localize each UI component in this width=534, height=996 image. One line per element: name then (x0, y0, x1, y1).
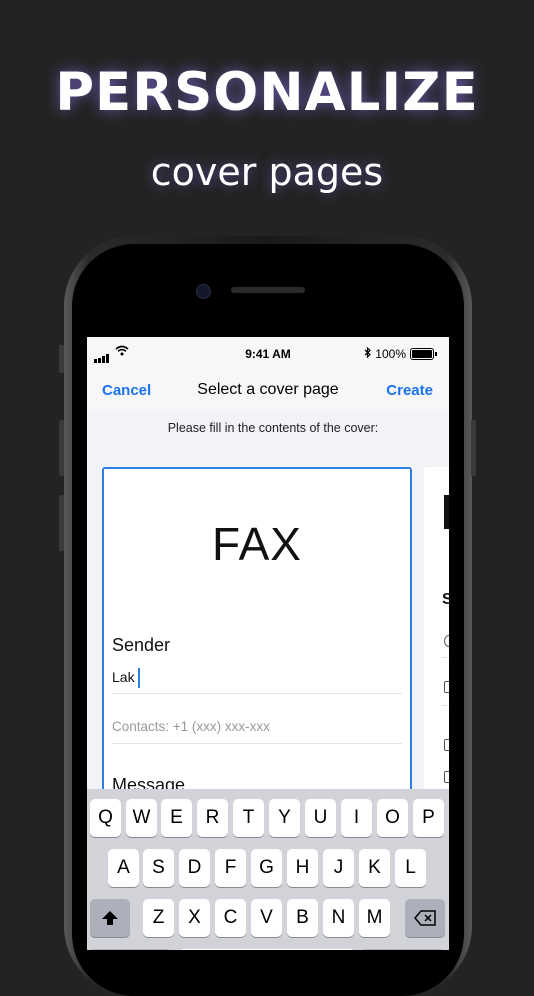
key-d[interactable]: D (179, 849, 210, 887)
key-l[interactable]: L (395, 849, 426, 887)
document-icon (444, 771, 449, 783)
instruction-text: Please fill in the contents of the cover… (167, 421, 379, 435)
promo-headline: PERSONALIZE (55, 62, 479, 123)
next-cover-label-fragment: S (442, 591, 449, 608)
battery-percent: 100% (375, 347, 406, 361)
key-f[interactable]: F (215, 849, 246, 887)
key-v[interactable]: V (251, 899, 282, 937)
key-r[interactable]: R (197, 799, 228, 837)
volume-up-button (59, 420, 64, 476)
key-o[interactable]: O (377, 799, 408, 837)
front-camera (196, 284, 211, 299)
key-g[interactable]: G (251, 849, 282, 887)
key-n[interactable]: N (323, 899, 354, 937)
shield-icon (444, 681, 449, 693)
sender-label: Sender (112, 635, 171, 655)
power-button (471, 420, 476, 476)
earpiece-speaker (231, 287, 305, 293)
key-k[interactable]: K (359, 849, 390, 887)
key-z[interactable]: Z (143, 899, 174, 937)
key-y[interactable]: Y (269, 799, 300, 837)
key-j[interactable]: J (323, 849, 354, 887)
sender-value: Lak (112, 669, 135, 685)
key-h[interactable]: H (287, 849, 318, 887)
key-a[interactable]: A (108, 849, 139, 887)
key-x[interactable]: X (179, 899, 210, 937)
promo-subline: cover pages (150, 150, 384, 194)
status-right: 100% (364, 346, 437, 361)
key-m[interactable]: M (359, 899, 390, 937)
sender-input[interactable]: Lak (112, 665, 402, 694)
key-p[interactable]: P (413, 799, 444, 837)
next-cover-page-card[interactable]: S (424, 467, 449, 827)
cover-title: FAX (212, 518, 302, 570)
person-icon (444, 635, 449, 647)
key-c[interactable]: C (215, 899, 246, 937)
contacts-input[interactable]: Contacts: +1 (xxx) xxx-xxx (112, 715, 402, 744)
key-s[interactable]: S (143, 849, 174, 887)
keyboard: Q W E R T Y U I O P A S D F G H J K L Z … (87, 789, 449, 950)
mute-switch (59, 345, 64, 373)
key-e[interactable]: E (161, 799, 192, 837)
battery-icon (410, 348, 434, 360)
shift-key[interactable] (90, 899, 130, 937)
delete-icon (414, 907, 436, 928)
next-cover-title-fragment (444, 495, 449, 529)
divider (442, 657, 449, 658)
text-caret (137, 668, 140, 689)
battery-cap (435, 352, 437, 356)
bluetooth-icon (364, 346, 372, 361)
cover-page-card[interactable]: FAX Sender Lak Contacts: +1 (xxx) xxx-xx… (102, 467, 412, 831)
delete-key[interactable] (405, 899, 445, 937)
key-t[interactable]: T (233, 799, 264, 837)
divider (442, 705, 449, 706)
key-w[interactable]: W (126, 799, 157, 837)
key-i[interactable]: I (341, 799, 372, 837)
status-bar: 9:41 AM 100% (87, 337, 449, 371)
phone-screen: 9:41 AM 100% Cancel Select a cover page … (87, 337, 449, 950)
shift-icon (101, 907, 119, 928)
key-b[interactable]: B (287, 899, 318, 937)
key-u[interactable]: U (305, 799, 336, 837)
document-icon (444, 739, 449, 751)
navigation-bar: Cancel Select a cover page Create (87, 371, 449, 411)
key-q[interactable]: Q (90, 799, 121, 837)
create-button[interactable]: Create (386, 382, 433, 399)
volume-down-button (59, 495, 64, 551)
